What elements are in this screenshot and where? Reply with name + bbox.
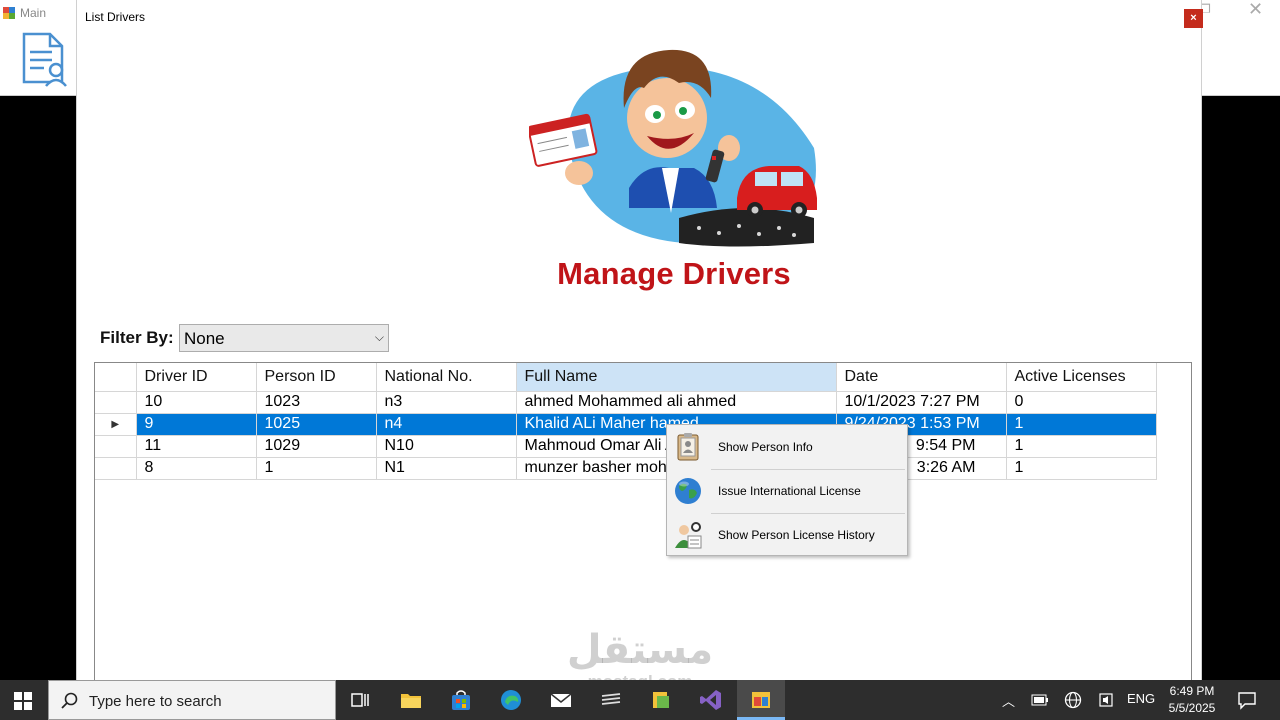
cell-person-id[interactable]: 1023: [255, 390, 377, 414]
cell-person-id[interactable]: 1: [255, 456, 377, 480]
cell-active-licenses[interactable]: 1: [1005, 434, 1157, 458]
watermark-arabic: مستقل: [566, 627, 714, 673]
taskbar: Type here to search ︿ ENG 6:49 PM 5/5/20…: [0, 680, 1280, 720]
row-header-corner: [95, 363, 137, 392]
cell-date[interactable]: 10/1/2023 7:27 PM: [835, 390, 1007, 414]
driver-illustration: [529, 49, 817, 247]
cell-national-no[interactable]: n4: [375, 412, 517, 436]
taskbar-search[interactable]: Type here to search: [48, 680, 336, 720]
notification-icon[interactable]: [1237, 690, 1257, 710]
battery-icon[interactable]: [1030, 692, 1050, 708]
chevron-down-icon: ⌵: [374, 330, 384, 344]
page-title: Manage Drivers: [557, 256, 791, 291]
filter-label: Filter By:: [100, 328, 174, 347]
cell-driver-id[interactable]: 11: [135, 434, 257, 458]
main-window-title: Main: [20, 6, 47, 20]
menu-item-show-person-license-history[interactable]: Show Person License History: [667, 514, 907, 556]
person-card-icon: [677, 433, 699, 461]
row-header[interactable]: [95, 456, 137, 480]
drivers-table: Driver ID Person ID National No. Full Na…: [95, 363, 1157, 480]
document-person-icon[interactable]: [18, 32, 70, 88]
row-header[interactable]: [95, 434, 137, 458]
cell-active-licenses[interactable]: 0: [1005, 390, 1157, 414]
menu-item-label: Issue International License: [718, 484, 861, 498]
table-row[interactable]: 11 1029 N10 Mahmoud Omar Ali A 9:54 PM 1: [95, 434, 1157, 458]
chevron-up-icon[interactable]: ︿: [1002, 691, 1015, 710]
table-row-selected[interactable]: ▶ 9 1025 n4 Khalid ALi Maher hamed 9/24/…: [95, 412, 1157, 436]
mail-icon[interactable]: [549, 688, 573, 712]
list-drivers-dialog: List Drivers × Manage Drivers Filter By:…: [76, 0, 1203, 684]
person-history-icon: [675, 522, 702, 549]
search-placeholder: Type here to search: [89, 693, 222, 710]
main-close-icon[interactable]: ✕: [1248, 0, 1263, 20]
header-row: Driver ID Person ID National No. Full Na…: [95, 363, 1157, 392]
close-button[interactable]: ×: [1184, 9, 1203, 28]
sticky-app-icon[interactable]: [649, 688, 673, 712]
row-header[interactable]: [95, 390, 137, 414]
table-row[interactable]: 8 1 N1 munzer basher moha 3:26 AM 1: [95, 456, 1157, 480]
column-header-sorted[interactable]: Full Name: [515, 363, 837, 392]
volume-icon[interactable]: [1097, 691, 1115, 709]
file-explorer-icon[interactable]: [399, 688, 423, 712]
store-icon[interactable]: [449, 688, 473, 712]
cell-national-no[interactable]: N1: [375, 456, 517, 480]
dialog-title: List Drivers: [85, 10, 146, 24]
row-indicator-icon[interactable]: ▶: [95, 412, 137, 436]
winforms-app-icon[interactable]: [749, 688, 773, 712]
filter-dropdown[interactable]: None ⌵: [179, 324, 389, 352]
globe-icon: [675, 478, 701, 504]
menu-item-label: Show Person Info: [718, 440, 813, 454]
edge-icon[interactable]: [499, 688, 523, 712]
search-icon: [61, 692, 78, 709]
cell-active-licenses[interactable]: 1: [1005, 456, 1157, 480]
cell-active-licenses[interactable]: 1: [1005, 412, 1157, 436]
context-menu: Show Person Info Issue International Lic…: [666, 424, 908, 556]
windows-start-icon[interactable]: [14, 692, 32, 710]
cell-person-id[interactable]: 1029: [255, 434, 377, 458]
cell-full-name[interactable]: ahmed Mohammed ali ahmed: [515, 390, 837, 414]
cell-driver-id[interactable]: 10: [135, 390, 257, 414]
column-header[interactable]: Driver ID: [135, 363, 257, 392]
task-view-icon[interactable]: [348, 688, 372, 712]
app-icon: [3, 7, 15, 19]
column-header[interactable]: Person ID: [255, 363, 377, 392]
filter-value: None: [184, 329, 225, 348]
clock[interactable]: 6:49 PM 5/5/2025: [1160, 683, 1224, 717]
visual-studio-icon[interactable]: [699, 688, 723, 712]
column-header[interactable]: Date: [835, 363, 1007, 392]
column-header[interactable]: National No.: [375, 363, 517, 392]
language-indicator[interactable]: ENG: [1127, 691, 1155, 706]
menu-item-show-person-info[interactable]: Show Person Info: [667, 426, 907, 468]
network-globe-icon[interactable]: [1064, 691, 1082, 709]
table-row[interactable]: 10 1023 n3 ahmed Mohammed ali ahmed 10/1…: [95, 390, 1157, 414]
menu-item-label: Show Person License History: [718, 528, 875, 542]
cell-driver-id[interactable]: 9: [135, 412, 257, 436]
cell-person-id[interactable]: 1025: [255, 412, 377, 436]
app-icon[interactable]: [599, 688, 623, 712]
cell-driver-id[interactable]: 8: [135, 456, 257, 480]
menu-item-issue-international-license[interactable]: Issue International License: [667, 470, 907, 512]
clock-date: 5/5/2025: [1168, 701, 1216, 715]
cell-national-no[interactable]: n3: [375, 390, 517, 414]
cell-national-no[interactable]: N10: [375, 434, 517, 458]
clock-time: 6:49 PM: [1169, 684, 1215, 698]
column-header[interactable]: Active Licenses: [1005, 363, 1157, 392]
